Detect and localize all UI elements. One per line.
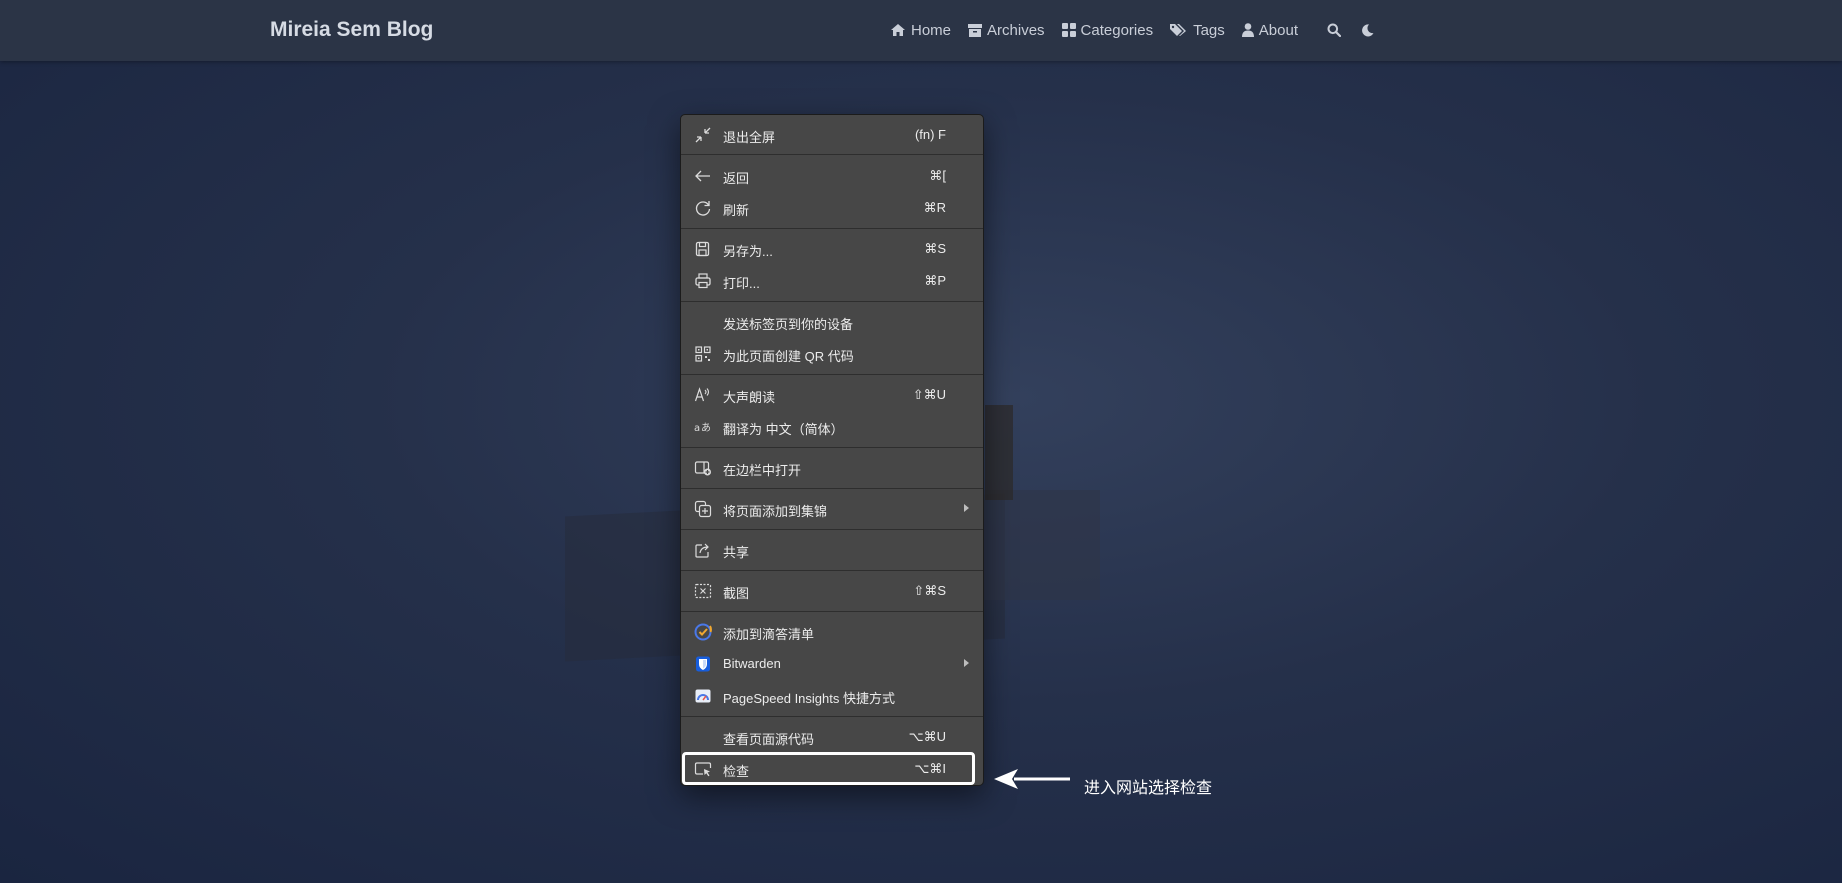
menu-item-add-collection[interactable]: 将页面添加到集锦: [681, 493, 983, 525]
user-icon: [1241, 23, 1254, 37]
sidebar-icon: [694, 459, 712, 477]
nav-item-archives[interactable]: Archives: [968, 22, 1045, 39]
refresh-icon: [694, 199, 712, 217]
nav-label: Archives: [987, 21, 1045, 39]
qr-code-icon: [694, 345, 712, 363]
context-menu: 退出全屏 (fn) F 返回 ⌘[ 刷新 ⌘R 另存为... ⌘S 打印... …: [680, 114, 984, 786]
menu-item-back[interactable]: 返回 ⌘[: [681, 160, 983, 192]
pagespeed-icon: [694, 687, 712, 705]
categories-icon: [1061, 23, 1076, 37]
annotation-text: 进入网站选择检查: [1084, 780, 1213, 797]
read-aloud-icon: [694, 386, 712, 404]
menu-separator: [681, 447, 983, 448]
menu-separator: [681, 374, 983, 375]
menu-item-bitwarden[interactable]: Bitwarden: [681, 648, 983, 680]
nav-item-about[interactable]: About: [1241, 21, 1298, 39]
svg-text:a: a: [694, 423, 700, 434]
printer-icon: [694, 272, 712, 290]
back-arrow-icon: [694, 167, 712, 185]
menu-separator: [681, 488, 983, 489]
menu-item-send-tab[interactable]: 发送标签页到你的设备: [681, 306, 983, 338]
search-icon: [1327, 23, 1341, 37]
menu-item-qr-code[interactable]: 为此页面创建 QR 代码: [681, 338, 983, 370]
menu-item-translate[interactable]: aあ 翻译为 中文（简体）: [681, 411, 983, 443]
submenu-arrow-icon: [964, 504, 969, 512]
menu-item-view-source[interactable]: 查看页面源代码 ⌥⌘U: [681, 721, 983, 753]
nav-item-tags[interactable]: Tags: [1170, 22, 1225, 39]
collection-icon: [694, 500, 712, 518]
menu-item-refresh[interactable]: 刷新 ⌘R: [681, 192, 983, 224]
menu-separator: [681, 570, 983, 571]
nav-item-categories[interactable]: Categories: [1061, 21, 1154, 39]
moon-icon: [1362, 23, 1374, 36]
annotation-arrow-icon: [994, 769, 1070, 789]
menu-item-print[interactable]: 打印... ⌘P: [681, 265, 983, 297]
archive-icon: [968, 23, 983, 37]
menu-item-screenshot[interactable]: 截图 ⇧⌘S: [681, 575, 983, 607]
ticktick-icon: [694, 623, 712, 641]
search-button[interactable]: [1327, 23, 1341, 37]
menu-item-open-sidebar[interactable]: 在边栏中打开: [681, 452, 983, 484]
menu-separator: [681, 301, 983, 302]
inspect-highlight-box: [682, 752, 975, 785]
translate-icon: aあ: [694, 418, 712, 436]
menu-separator: [681, 529, 983, 530]
tags-icon: [1170, 24, 1187, 36]
menu-item-save-as[interactable]: 另存为... ⌘S: [681, 233, 983, 265]
bitwarden-icon: [694, 655, 712, 673]
screenshot-icon: [694, 582, 712, 600]
nav-label: Categories: [1080, 21, 1154, 39]
exit-fullscreen-icon: [694, 126, 712, 144]
background-figure: [985, 405, 1013, 500]
site-title[interactable]: Mireia Sem Blog: [270, 18, 433, 42]
menu-separator: [681, 716, 983, 717]
menu-separator: [681, 228, 983, 229]
nav-label: About: [1258, 21, 1298, 39]
menu-item-read-aloud[interactable]: 大声朗读 ⇧⌘U: [681, 379, 983, 411]
menu-item-add-ticktick[interactable]: 添加到滴答清单: [681, 616, 983, 648]
share-icon: [694, 541, 712, 559]
submenu-arrow-icon: [964, 659, 969, 667]
menu-item-exit-fullscreen[interactable]: 退出全屏 (fn) F: [681, 119, 983, 151]
navbar: Mireia Sem Blog Home Archives Categories…: [0, 0, 1842, 61]
menu-separator: [681, 154, 983, 155]
nav-item-home[interactable]: Home: [890, 22, 951, 39]
theme-toggle-button[interactable]: [1361, 23, 1374, 37]
menu-item-share[interactable]: 共享: [681, 534, 983, 566]
menu-item-pagespeed[interactable]: PageSpeed Insights 快捷方式: [681, 680, 983, 712]
nav-label: Home: [911, 21, 952, 39]
svg-text:あ: あ: [701, 422, 711, 434]
save-icon: [694, 240, 712, 258]
nav-label: Tags: [1193, 21, 1225, 39]
home-icon: [891, 24, 905, 36]
menu-separator: [681, 611, 983, 612]
nav-menu: Home Archives Categories Tags About: [890, 18, 1394, 42]
